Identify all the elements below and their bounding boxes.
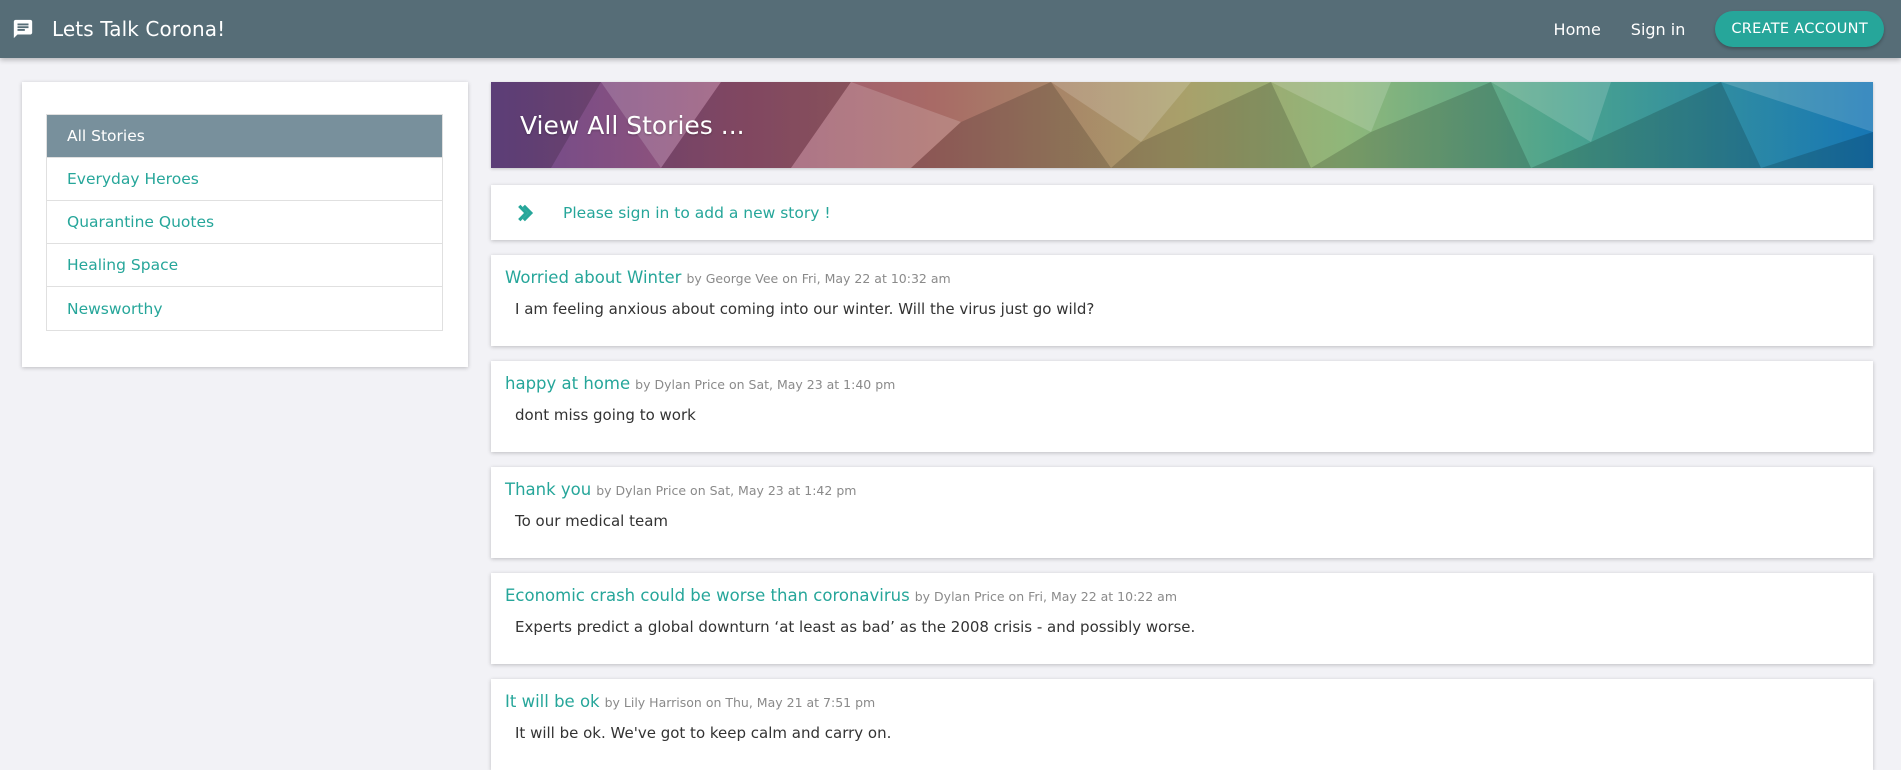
story-card: Worried about Winter by George Vee on Fr… xyxy=(491,255,1873,346)
story-title-link[interactable]: Worried about Winter xyxy=(505,268,681,287)
app-title: Lets Talk Corona! xyxy=(52,17,226,41)
category-list: All Stories Everyday Heroes Quarantine Q… xyxy=(46,114,443,331)
nav-home-link[interactable]: Home xyxy=(1554,20,1601,39)
category-item-all-stories[interactable]: All Stories xyxy=(47,115,442,158)
stories-column: View All Stories ... Please sign in to a… xyxy=(491,82,1873,770)
category-item-quarantine-quotes[interactable]: Quarantine Quotes xyxy=(47,201,442,244)
category-item-healing-space[interactable]: Healing Space xyxy=(47,244,442,287)
story-title-link[interactable]: Economic crash could be worse than coron… xyxy=(505,586,910,605)
story-title-link[interactable]: Thank you xyxy=(505,480,591,499)
nav-links: Home Sign in CREATE ACCOUNT xyxy=(1554,11,1884,47)
story-body: To our medical team xyxy=(515,512,668,530)
story-body: It will be ok. We've got to keep calm an… xyxy=(515,724,892,742)
story-meta: by Dylan Price on Sat, May 23 at 1:40 pm xyxy=(635,377,896,392)
story-header: happy at home by Dylan Price on Sat, May… xyxy=(505,374,1859,393)
create-account-button[interactable]: CREATE ACCOUNT xyxy=(1715,11,1884,47)
story-header: Economic crash could be worse than coron… xyxy=(505,586,1859,605)
story-body: I am feeling anxious about coming into o… xyxy=(515,300,1095,318)
story-header: It will be ok by Lily Harrison on Thu, M… xyxy=(505,692,1859,711)
category-item-newsworthy[interactable]: Newsworthy xyxy=(47,287,442,330)
brand-link[interactable]: Lets Talk Corona! xyxy=(12,17,225,41)
double-chevron-right-icon xyxy=(518,204,534,221)
story-card: Economic crash could be worse than coron… xyxy=(491,573,1873,664)
story-card: happy at home by Dylan Price on Sat, May… xyxy=(491,361,1873,452)
story-title-link[interactable]: It will be ok xyxy=(505,692,600,711)
page-banner: View All Stories ... xyxy=(491,82,1873,168)
story-body: Experts predict a global downturn ‘at le… xyxy=(515,618,1196,636)
story-header: Thank you by Dylan Price on Sat, May 23 … xyxy=(505,480,1859,499)
category-sidebar: All Stories Everyday Heroes Quarantine Q… xyxy=(22,82,468,367)
story-header: Worried about Winter by George Vee on Fr… xyxy=(505,268,1859,287)
category-item-everyday-heroes[interactable]: Everyday Heroes xyxy=(47,158,442,201)
top-navbar: Lets Talk Corona! Home Sign in CREATE AC… xyxy=(0,0,1901,58)
story-card: Thank you by Dylan Price on Sat, May 23 … xyxy=(491,467,1873,558)
story-meta: by Dylan Price on Fri, May 22 at 10:22 a… xyxy=(914,589,1178,604)
story-title-link[interactable]: happy at home xyxy=(505,374,630,393)
story-meta: by George Vee on Fri, May 22 at 10:32 am xyxy=(686,271,951,286)
signin-notice: Please sign in to add a new story ! xyxy=(491,185,1873,240)
nav-signin-link[interactable]: Sign in xyxy=(1631,20,1686,39)
chat-bubble-icon xyxy=(13,19,33,39)
story-meta: by Dylan Price on Sat, May 23 at 1:42 pm xyxy=(596,483,857,498)
story-card: It will be ok by Lily Harrison on Thu, M… xyxy=(491,679,1873,770)
story-meta: by Lily Harrison on Thu, May 21 at 7:51 … xyxy=(604,695,876,710)
story-body: dont miss going to work xyxy=(515,406,696,424)
page-title: View All Stories ... xyxy=(520,110,745,140)
signin-notice-link[interactable]: Please sign in to add a new story ! xyxy=(563,204,831,222)
